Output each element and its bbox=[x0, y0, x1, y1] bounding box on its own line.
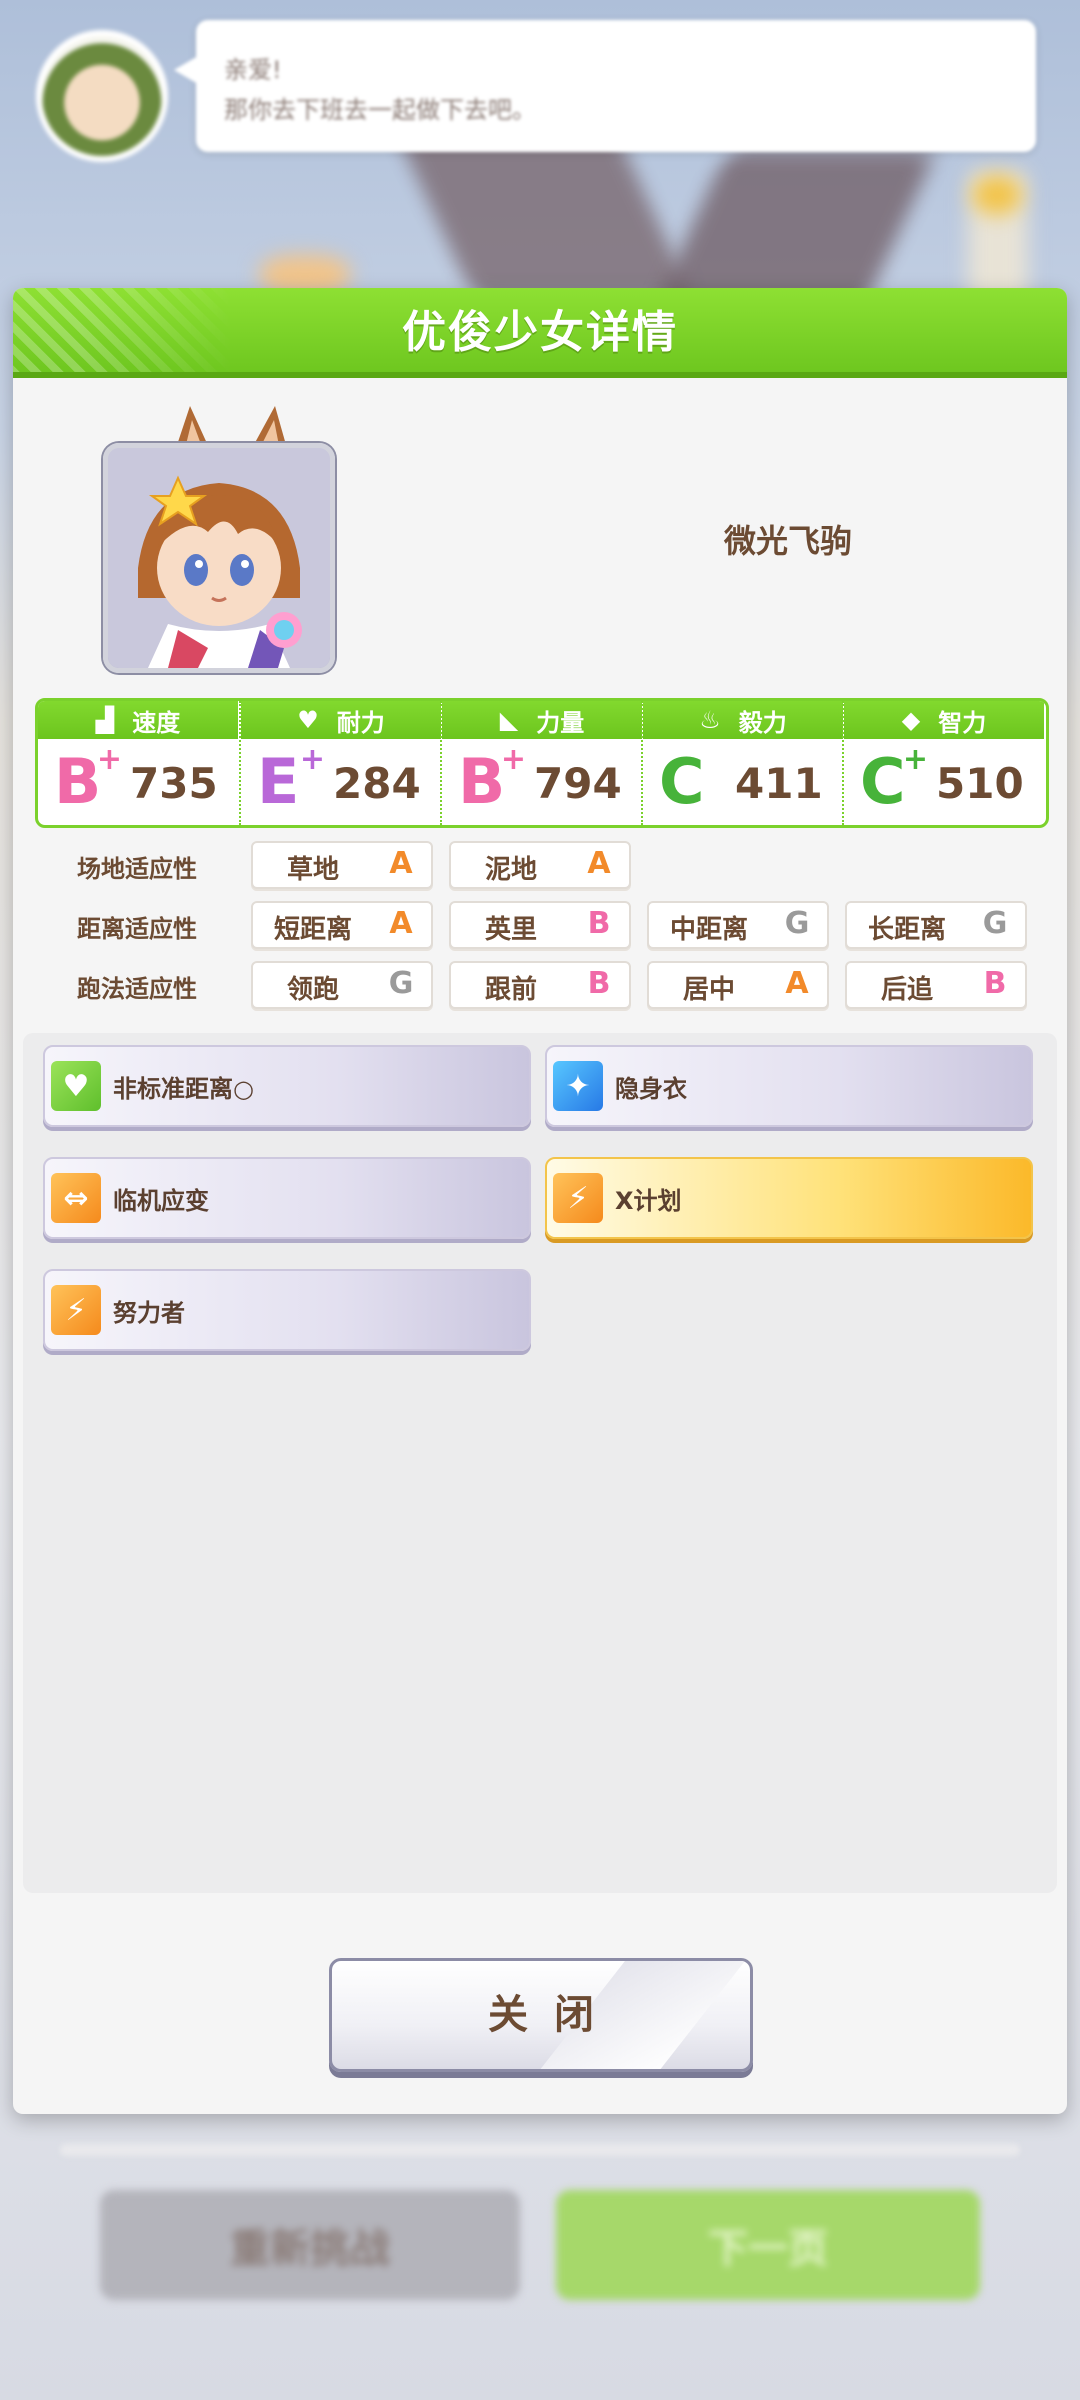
arrows-icon: ⇔ bbox=[51, 1173, 101, 1223]
stat-header: ♨ 毅力 bbox=[643, 701, 843, 739]
stat-header: ◆ 智力 bbox=[844, 701, 1044, 739]
skill-item[interactable]: ✦ 隐身衣 bbox=[545, 1045, 1033, 1127]
next-button: 下一页 bbox=[556, 2190, 980, 2300]
distance-aptitude-row: 距离适应性 短距离 A 英里 B 中距离 G 长距离 G bbox=[53, 901, 1053, 949]
close-button[interactable]: 关闭 bbox=[329, 1958, 753, 2072]
stat-wisdom: ◆ 智力 C + 510 bbox=[842, 701, 1044, 825]
dialogue-bar: 亲爱! 那你去下班去一起做下去吧。 bbox=[0, 0, 1080, 280]
stat-power: ◣ 力量 B + 794 bbox=[440, 701, 642, 825]
speech-bubble: 亲爱! 那你去下班去一起做下去吧。 bbox=[174, 20, 1036, 152]
character-face bbox=[108, 448, 330, 668]
aptitude-label: 距离适应性 bbox=[77, 915, 197, 943]
flame-icon: ♨ bbox=[699, 706, 721, 734]
aptitude-chip: 草地 A bbox=[251, 841, 433, 889]
skill-item[interactable]: ⚡ X计划 bbox=[545, 1157, 1033, 1239]
stat-value: 284 bbox=[333, 759, 421, 808]
muscle-icon: ◣ bbox=[499, 706, 519, 734]
grade-badge: B bbox=[983, 966, 1007, 1001]
skill-name: 临机应变 bbox=[113, 1187, 209, 1215]
grade-badge: B bbox=[587, 966, 611, 1001]
aptitude-chip: 英里 B bbox=[449, 901, 631, 949]
stat-value: 735 bbox=[130, 759, 218, 808]
style-aptitude-row: 跑法适应性 领跑 G 跟前 B 居中 A 后追 B bbox=[53, 961, 1053, 1009]
character-portrait[interactable] bbox=[103, 443, 335, 673]
grade-badge: B + bbox=[458, 742, 526, 818]
grade-badge: B bbox=[587, 906, 611, 941]
speech-line: 亲爱! bbox=[224, 56, 282, 84]
stat-value: 411 bbox=[735, 759, 823, 808]
aptitude-label: 场地适应性 bbox=[77, 855, 197, 883]
speech-line: 那你去下班去一起做下去吧。 bbox=[224, 96, 536, 124]
sparkle-icon: ✦ bbox=[553, 1061, 603, 1111]
heart-icon: ♥ bbox=[297, 706, 319, 734]
stat-label: 力量 bbox=[536, 708, 585, 737]
grade-badge: C bbox=[659, 745, 705, 818]
skill-name: 非标准距离○ bbox=[113, 1075, 254, 1103]
dialog-title: 优俊少女详情 bbox=[402, 307, 678, 358]
skill-item[interactable]: ⇔ 临机应变 bbox=[43, 1157, 531, 1239]
stat-value: 794 bbox=[534, 759, 622, 808]
aptitude-label: 跑法适应性 bbox=[77, 975, 197, 1003]
stat-speed: ▟ 速度 B + 735 bbox=[38, 701, 238, 825]
grade-badge: G bbox=[982, 906, 1008, 941]
graduation-cap-icon: ◆ bbox=[901, 706, 921, 734]
skill-name: 努力者 bbox=[113, 1299, 185, 1327]
grade-badge: E + bbox=[257, 742, 325, 818]
stat-header: ▟ 速度 bbox=[38, 701, 238, 739]
detail-dialog: 优俊少女详情 微光飞驹 ▟ 速度 B + 735 ♥ 耐力 E + 284 ◣ … bbox=[13, 288, 1067, 2114]
stat-label: 耐力 bbox=[336, 708, 385, 737]
stat-stamina: ♥ 耐力 E + 284 bbox=[239, 701, 441, 825]
close-button-label: 关闭 bbox=[488, 1992, 620, 2038]
npc-avatar bbox=[36, 30, 168, 162]
stat-header: ♥ 耐力 bbox=[241, 701, 441, 739]
stat-label: 毅力 bbox=[738, 708, 787, 737]
stat-label: 智力 bbox=[938, 708, 987, 737]
grade-badge: C + bbox=[860, 742, 928, 818]
stat-value: 510 bbox=[936, 759, 1024, 808]
retry-button: 重新挑战 bbox=[100, 2190, 520, 2300]
runner-icon: ⚡ bbox=[51, 1285, 101, 1335]
skill-name: 隐身衣 bbox=[615, 1075, 687, 1103]
grade-badge: B + bbox=[54, 742, 122, 818]
aptitude-chip: 长距离 G bbox=[845, 901, 1027, 949]
grade-badge: A bbox=[587, 846, 611, 881]
track-aptitude-row: 场地适应性 草地 A 泥地 A bbox=[53, 841, 1053, 889]
skill-item[interactable]: ♥ 非标准距离○ bbox=[43, 1045, 531, 1127]
aptitude-chip: 中距离 G bbox=[647, 901, 829, 949]
skills-panel: ♥ 非标准距离○ ✦ 隐身衣 ⇔ 临机应变 ⚡ X计划 ⚡ 努力者 bbox=[23, 1033, 1057, 1893]
aptitude-chip: 泥地 A bbox=[449, 841, 631, 889]
runner-icon: ⚡ bbox=[553, 1173, 603, 1223]
skill-name: X计划 bbox=[615, 1187, 682, 1215]
character-name: 微光飞驹 bbox=[723, 522, 852, 560]
stat-label: 速度 bbox=[132, 708, 181, 737]
aptitude-chip: 短距离 A bbox=[251, 901, 433, 949]
aptitude-chip: 领跑 G bbox=[251, 961, 433, 1009]
aptitude-chip: 后追 B bbox=[845, 961, 1027, 1009]
grade-badge: G bbox=[784, 906, 810, 941]
grade-badge: A bbox=[389, 906, 413, 941]
skill-item[interactable]: ⚡ 努力者 bbox=[43, 1269, 531, 1351]
aptitude-chip: 居中 A bbox=[647, 961, 829, 1009]
grade-badge: A bbox=[389, 846, 413, 881]
stats-panel: ▟ 速度 B + 735 ♥ 耐力 E + 284 ◣ 力量 B + 794 ♨ 毅力 C bbox=[35, 698, 1049, 828]
stat-guts: ♨ 毅力 C 411 bbox=[641, 701, 843, 825]
aptitude-chip: 跟前 B bbox=[449, 961, 631, 1009]
progress-track bbox=[60, 2144, 1020, 2156]
dialog-header: 优俊少女详情 bbox=[13, 288, 1067, 378]
stat-header: ◣ 力量 bbox=[442, 701, 642, 739]
heart-icon: ♥ bbox=[51, 1061, 101, 1111]
grade-badge: A bbox=[785, 966, 809, 1001]
grade-badge: G bbox=[388, 966, 414, 1001]
bottom-controls: 重新挑战 下一页 bbox=[0, 2110, 1080, 2400]
shoe-icon: ▟ bbox=[95, 706, 115, 734]
